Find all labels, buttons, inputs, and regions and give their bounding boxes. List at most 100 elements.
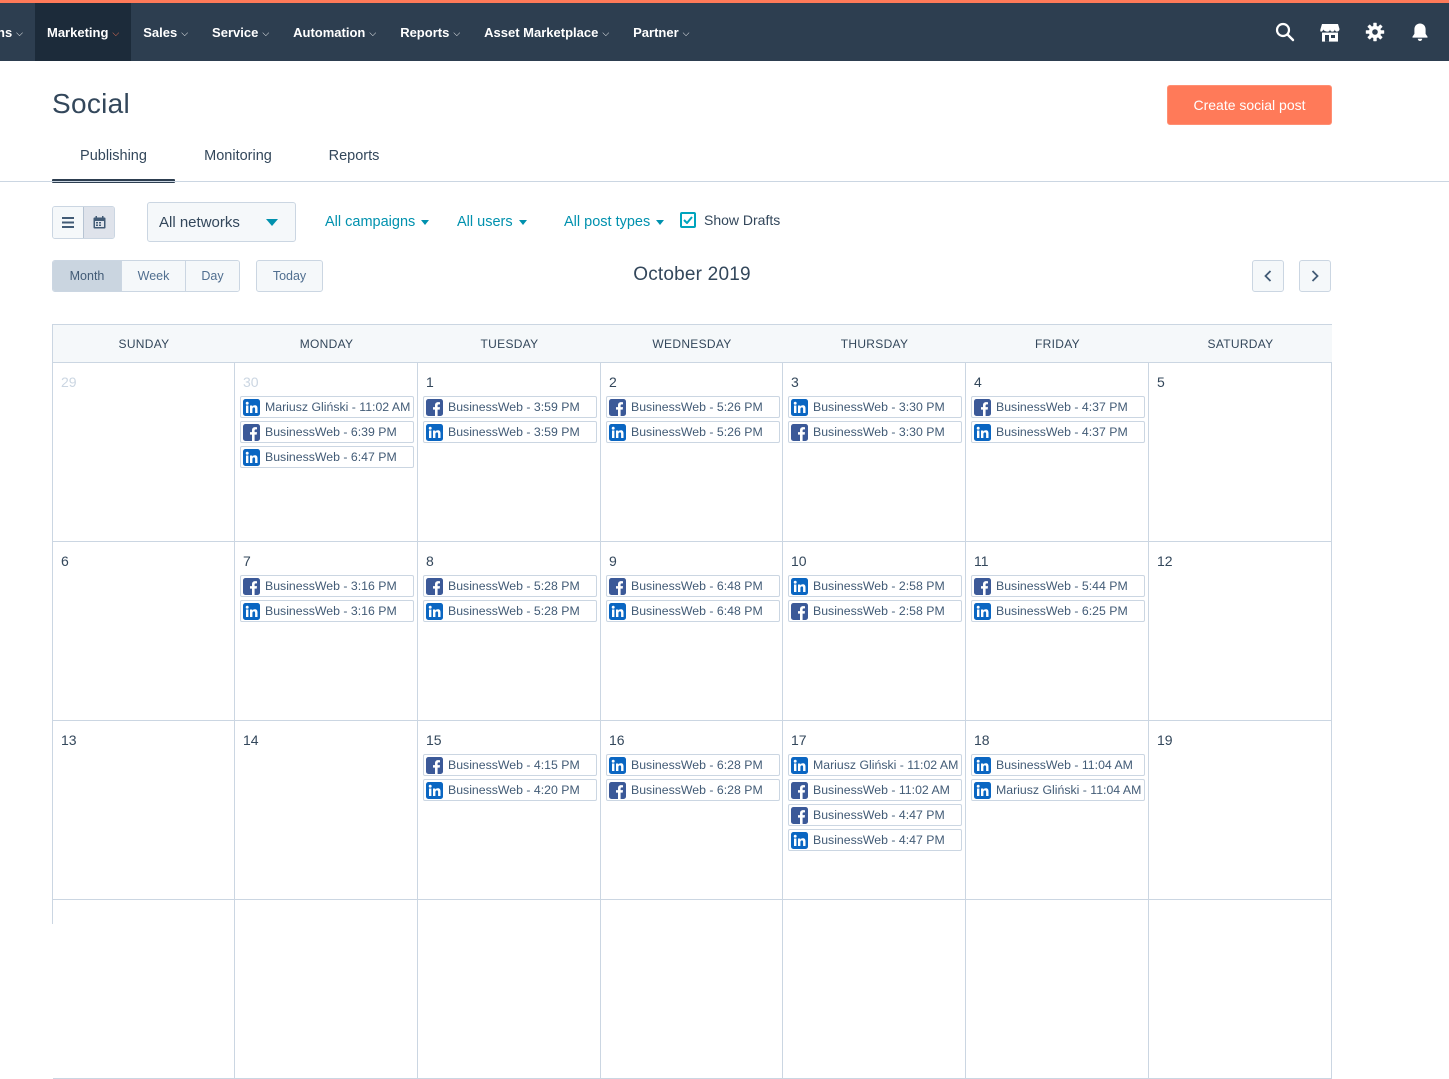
calendar-day-cell[interactable] <box>418 900 601 1079</box>
day-view-button[interactable]: Day <box>185 261 239 291</box>
calendar-day-cell[interactable]: 10 BusinessWeb - 2:58 PM BusinessWeb - 2:5… <box>783 542 966 721</box>
next-month-button[interactable] <box>1299 260 1331 292</box>
calendar-day-cell[interactable] <box>1149 900 1332 1079</box>
scheduled-post[interactable]: BusinessWeb - 6:48 PM <box>606 600 780 622</box>
post-types-filter[interactable]: All post types <box>564 214 665 230</box>
campaigns-filter[interactable]: All campaigns <box>325 214 430 230</box>
create-social-post-button[interactable]: Create social post <box>1167 85 1332 125</box>
scheduled-post[interactable]: BusinessWeb - 6:39 PM <box>240 421 414 443</box>
calendar-day-cell[interactable]: 29 <box>53 363 235 542</box>
scheduled-post[interactable]: BusinessWeb - 2:58 PM <box>788 600 962 622</box>
nav-item-reports[interactable]: Reports ⌵ <box>388 3 472 61</box>
scheduled-post[interactable]: BusinessWeb - 5:28 PM <box>423 575 597 597</box>
scheduled-post[interactable]: BusinessWeb - 3:59 PM <box>423 421 597 443</box>
show-drafts-checkbox[interactable] <box>680 212 696 228</box>
scheduled-post[interactable]: BusinessWeb - 5:44 PM <box>971 575 1145 597</box>
calendar-day-cell[interactable]: 14 <box>235 721 418 900</box>
scheduled-post[interactable]: BusinessWeb - 5:26 PM <box>606 421 780 443</box>
post-label: BusinessWeb - 6:25 PM <box>996 604 1128 618</box>
scheduled-post[interactable]: BusinessWeb - 3:16 PM <box>240 575 414 597</box>
settings-gear-icon[interactable] <box>1364 21 1386 43</box>
scheduled-post[interactable]: BusinessWeb - 4:37 PM <box>971 421 1145 443</box>
nav-item-partner[interactable]: Partner ⌵ <box>621 3 701 61</box>
scheduled-post[interactable]: BusinessWeb - 4:20 PM <box>423 779 597 801</box>
calendar-day-cell[interactable] <box>601 900 783 1079</box>
scheduled-post[interactable]: BusinessWeb - 6:47 PM <box>240 446 414 468</box>
calendar-day-cell[interactable]: 18 BusinessWeb - 11:04 AM Mariusz Gliński … <box>966 721 1149 900</box>
scheduled-post[interactable]: BusinessWeb - 3:59 PM <box>423 396 597 418</box>
nav-item-label: Partner <box>633 24 679 40</box>
scheduled-post[interactable]: BusinessWeb - 4:15 PM <box>423 754 597 776</box>
tab-publishing[interactable]: Publishing <box>52 140 175 183</box>
nav-item-asset-marketplace[interactable]: Asset Marketplace ⌵ <box>472 3 621 61</box>
calendar-day-cell[interactable] <box>783 900 966 1079</box>
post-label: BusinessWeb - 5:26 PM <box>631 400 763 414</box>
linkedin-icon <box>974 756 991 774</box>
calendar-day-cell[interactable]: 13 <box>53 721 235 900</box>
network-select[interactable]: All networks <box>147 202 296 242</box>
scheduled-post[interactable]: BusinessWeb - 6:48 PM <box>606 575 780 597</box>
calendar-day-cell[interactable] <box>53 900 235 1079</box>
post-label: BusinessWeb - 6:28 PM <box>631 758 763 772</box>
calendar-day-cell[interactable]: 7 BusinessWeb - 3:16 PM BusinessWeb - 3:16… <box>235 542 418 721</box>
calendar-day-cell[interactable]: 5 <box>1149 363 1332 542</box>
calendar-day-cell[interactable]: 12 <box>1149 542 1332 721</box>
today-button[interactable]: Today <box>256 260 323 292</box>
list-view-button[interactable] <box>53 207 83 238</box>
scheduled-post[interactable]: BusinessWeb - 6:28 PM <box>606 779 780 801</box>
calendar-day-cell[interactable]: 4 BusinessWeb - 4:37 PM BusinessWeb - 4:37… <box>966 363 1149 542</box>
scheduled-post[interactable]: Mariusz Gliński - 11:02 AM <box>240 396 414 418</box>
tab-reports[interactable]: Reports <box>301 140 407 183</box>
tab-monitoring[interactable]: Monitoring <box>175 140 301 183</box>
month-view-button[interactable]: Month <box>53 261 121 291</box>
scheduled-post[interactable]: BusinessWeb - 3:30 PM <box>788 421 962 443</box>
show-drafts-toggle[interactable]: Show Drafts <box>680 212 780 228</box>
calendar-view-button[interactable] <box>83 207 114 238</box>
nav-item-prev[interactable]: ns ⌵ <box>0 3 35 61</box>
scheduled-post[interactable]: Mariusz Gliński - 11:04 AM <box>971 779 1145 801</box>
calendar-day-cell[interactable]: 1 BusinessWeb - 3:59 PM BusinessWeb - 3:59… <box>418 363 601 542</box>
calendar-day-cell[interactable]: 16 BusinessWeb - 6:28 PM BusinessWeb - 6:2… <box>601 721 783 900</box>
scheduled-post[interactable]: BusinessWeb - 4:47 PM <box>788 829 962 851</box>
day-number: 5 <box>1157 374 1165 390</box>
calendar-day-cell[interactable]: 3 BusinessWeb - 3:30 PM BusinessWeb - 3:30… <box>783 363 966 542</box>
scheduled-post[interactable]: BusinessWeb - 6:28 PM <box>606 754 780 776</box>
calendar-day-cell[interactable]: 9 BusinessWeb - 6:48 PM BusinessWeb - 6:48… <box>601 542 783 721</box>
day-number: 14 <box>243 732 259 748</box>
linkedin-icon <box>791 831 808 849</box>
week-view-button[interactable]: Week <box>121 261 185 291</box>
calendar-day-cell[interactable] <box>966 900 1149 1079</box>
calendar-day-cell[interactable]: 2 BusinessWeb - 5:26 PM BusinessWeb - 5:26… <box>601 363 783 542</box>
calendar-day-cell[interactable]: 30 Mariusz Gliński - 11:02 AM BusinessWeb … <box>235 363 418 542</box>
scheduled-post[interactable]: BusinessWeb - 3:30 PM <box>788 396 962 418</box>
scheduled-post[interactable]: Mariusz Gliński - 11:02 AM <box>788 754 962 776</box>
previous-month-button[interactable] <box>1252 260 1284 292</box>
scheduled-post[interactable]: BusinessWeb - 4:47 PM <box>788 804 962 826</box>
calendar-day-cell[interactable]: 17 Mariusz Gliński - 11:02 AM BusinessWeb … <box>783 721 966 900</box>
scheduled-post[interactable]: BusinessWeb - 3:16 PM <box>240 600 414 622</box>
nav-item-sales[interactable]: Sales ⌵ <box>131 3 200 61</box>
scheduled-post[interactable]: BusinessWeb - 6:25 PM <box>971 600 1145 622</box>
calendar-day-cell[interactable]: 11 BusinessWeb - 5:44 PM BusinessWeb - 6:2… <box>966 542 1149 721</box>
post-label: BusinessWeb - 5:26 PM <box>631 425 763 439</box>
post-label: BusinessWeb - 3:59 PM <box>448 400 580 414</box>
nav-item-marketing[interactable]: Marketing ⌵ <box>35 3 132 61</box>
scheduled-post[interactable]: BusinessWeb - 5:28 PM <box>423 600 597 622</box>
calendar-day-cell[interactable] <box>235 900 418 1079</box>
users-filter[interactable]: All users <box>457 214 527 230</box>
scheduled-post[interactable]: BusinessWeb - 11:04 AM <box>971 754 1145 776</box>
calendar-day-cell[interactable]: 19 <box>1149 721 1332 900</box>
calendar-day-cell[interactable]: 8 BusinessWeb - 5:28 PM BusinessWeb - 5:28… <box>418 542 601 721</box>
calendar-day-cell[interactable]: 6 <box>53 542 235 721</box>
scheduled-post[interactable]: BusinessWeb - 11:02 AM <box>788 779 962 801</box>
scheduled-post[interactable]: BusinessWeb - 5:26 PM <box>606 396 780 418</box>
nav-item-automation[interactable]: Automation ⌵ <box>281 3 388 61</box>
linkedin-icon <box>426 602 443 620</box>
search-icon[interactable] <box>1274 21 1296 43</box>
marketplace-icon[interactable] <box>1319 21 1341 43</box>
scheduled-post[interactable]: BusinessWeb - 2:58 PM <box>788 575 962 597</box>
calendar-day-cell[interactable]: 15 BusinessWeb - 4:15 PM BusinessWeb - 4:2… <box>418 721 601 900</box>
scheduled-post[interactable]: BusinessWeb - 4:37 PM <box>971 396 1145 418</box>
nav-item-service[interactable]: Service ⌵ <box>200 3 281 61</box>
notifications-bell-icon[interactable] <box>1409 21 1431 43</box>
